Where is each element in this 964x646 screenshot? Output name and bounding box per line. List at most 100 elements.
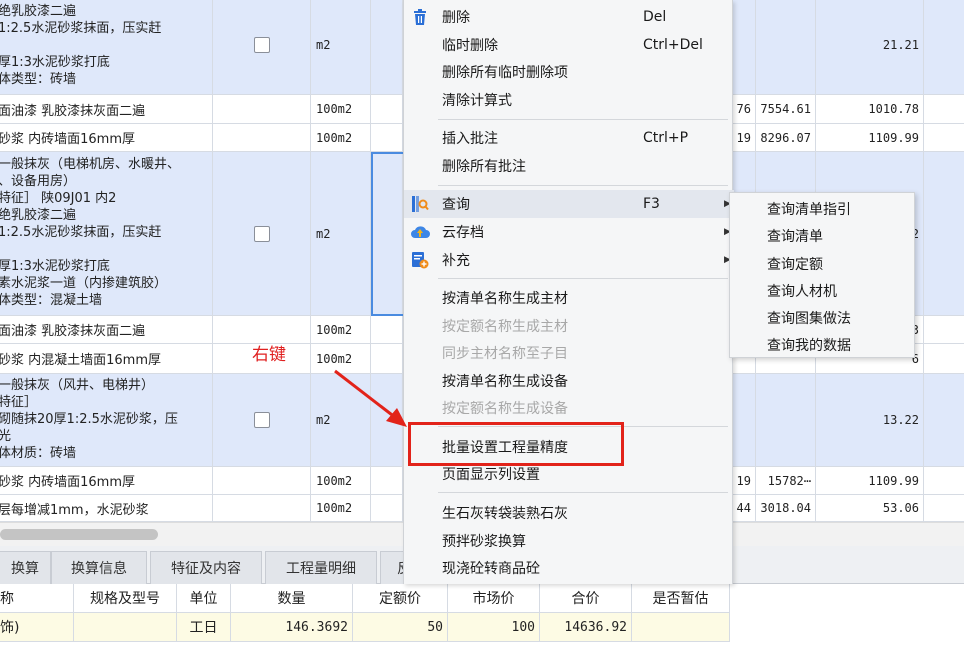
grid-cell[interactable] [924, 95, 964, 123]
grid-cell[interactable] [371, 124, 403, 151]
column-header[interactable]: 市场价 [448, 584, 540, 612]
spec-cell[interactable] [74, 613, 177, 641]
submenu-item-quota[interactable]: 查询定额 [730, 250, 914, 277]
description-cell[interactable]: 一般抹灰（电梯机房、水暖井、 、设备用房） 特征］ 陕09J01 内2 绝乳胶漆… [0, 152, 213, 315]
amount-cell[interactable]: 1109.99 [816, 124, 924, 151]
grid-cell[interactable] [924, 495, 964, 521]
menu-item-gen-material-by-quota[interactable]: 按定额名称生成主材 [404, 312, 734, 340]
grid-cell[interactable] [756, 374, 816, 466]
name-cell[interactable]: 饰) [0, 613, 74, 641]
menu-item-temp-delete[interactable]: 临时删除 Ctrl+Del [404, 31, 734, 59]
grid-cell[interactable] [924, 344, 964, 373]
tab-conversion-info[interactable]: 换算信息 [51, 551, 147, 584]
amount-cell[interactable]: 13.22 [816, 374, 924, 466]
total-price-cell[interactable]: 14636.92 [540, 613, 632, 641]
grid-cell[interactable] [924, 374, 964, 466]
checkbox-cell [213, 467, 311, 494]
grid-cell[interactable] [371, 316, 403, 343]
row-checkbox[interactable] [253, 225, 270, 242]
provisional-cell[interactable] [632, 613, 730, 641]
column-header[interactable]: 单位 [177, 584, 231, 612]
menu-item-cloud-archive[interactable]: 云存档 ▶ [404, 218, 734, 246]
unit-cell[interactable]: 100m2 [311, 467, 371, 494]
unit-cell[interactable]: 100m2 [311, 495, 371, 521]
description-cell[interactable]: 一般抹灰（风井、电梯井） 特征］ 砌随抹20厚1:2.5水泥砂浆，压 光 体材质… [0, 374, 213, 466]
menu-item-delete-all-temp[interactable]: 删除所有临时删除项 [404, 58, 734, 86]
menu-item-cast-concrete-convert[interactable]: 现浇砼转商品砼 [404, 554, 734, 582]
column-header[interactable]: 合价 [540, 584, 632, 612]
grid-cell[interactable] [371, 0, 403, 94]
column-header[interactable]: 是否暂估 [632, 584, 730, 612]
cell-text: 19 [736, 130, 751, 145]
tab-conversion[interactable]: 换算 [0, 551, 51, 584]
tab-features-content[interactable]: 特征及内容 [150, 551, 262, 584]
row-checkbox[interactable] [253, 412, 270, 428]
column-header[interactable]: 规格及型号 [74, 584, 177, 612]
grid-cell[interactable] [924, 0, 964, 94]
menu-item-quicklime-convert[interactable]: 生石灰转袋装熟石灰 [404, 499, 734, 527]
grid-cell[interactable] [371, 467, 403, 494]
grid-cell[interactable] [371, 95, 403, 123]
price-text: 15782⋯ [767, 473, 811, 488]
menu-item-clear-formula[interactable]: 清除计算式 [404, 86, 734, 114]
description-cell[interactable]: 面油漆 乳胶漆抹灰面二遍 [0, 316, 213, 343]
description-cell[interactable]: 砂浆 内砖墙面16mm厚 [0, 124, 213, 151]
checkbox-cell [213, 316, 311, 343]
market-price-cell[interactable]: 100 [448, 613, 540, 641]
price-cell[interactable]: 7554.61 [756, 95, 816, 123]
unit-cell[interactable]: 100m2 [311, 316, 371, 343]
scrollbar-thumb[interactable] [0, 529, 158, 540]
tab-quantity-details[interactable]: 工程量明细 [265, 551, 377, 584]
menu-item-gen-equipment-by-bill[interactable]: 按清单名称生成设备 [404, 367, 734, 395]
quantity-cell[interactable]: 146.3692 [231, 613, 353, 641]
row-checkbox[interactable] [253, 37, 270, 53]
menu-item-supplement[interactable]: 补充 ▶ [404, 246, 734, 274]
amount-cell[interactable]: 1109.99 [816, 467, 924, 494]
table-row[interactable]: 饰) 工日 146.3692 50 100 14636.92 [0, 613, 730, 642]
menu-item-delete[interactable]: 删除 Del [404, 3, 734, 31]
unit-cell[interactable]: 100m2 [311, 344, 371, 373]
unit-cell[interactable]: m2 [311, 152, 371, 315]
grid-cell[interactable] [371, 495, 403, 521]
unit-cell[interactable]: 100m2 [311, 95, 371, 123]
amount-cell[interactable]: 1010.78 [816, 95, 924, 123]
amount-cell[interactable]: 53.06 [816, 495, 924, 521]
quota-price-cell[interactable]: 50 [353, 613, 448, 641]
description-cell[interactable]: 面油漆 乳胶漆抹灰面二遍 [0, 95, 213, 123]
unit-cell[interactable]: m2 [311, 374, 371, 466]
menu-item-sync-material-name[interactable]: 同步主材名称至子目 [404, 339, 734, 367]
unit-cell[interactable]: m2 [311, 0, 371, 94]
amount-cell[interactable]: 21.21 [816, 0, 924, 94]
grid-cell[interactable] [371, 374, 403, 466]
menu-label: 同步主材名称至子目 [442, 346, 568, 362]
menu-item-gen-material-by-bill[interactable]: 按清单名称生成主材 [404, 284, 734, 312]
menu-item-insert-comment[interactable]: 插入批注 Ctrl+P [404, 124, 734, 152]
menu-item-ready-mix-mortar[interactable]: 预拌砂浆换算 [404, 527, 734, 555]
column-header[interactable]: 称 [0, 584, 74, 612]
submenu-item-my-data[interactable]: 查询我的数据 [730, 331, 914, 358]
submenu-item-atlas-method[interactable]: 查询图集做法 [730, 304, 914, 331]
description-cell[interactable]: 层每增减1mm，水泥砂浆 [0, 495, 213, 521]
description-cell[interactable]: 砂浆 内砖墙面16mm厚 [0, 467, 213, 494]
unit-cell[interactable]: 100m2 [311, 124, 371, 151]
description-cell[interactable]: 砂浆 内混凝土墙面16mm厚 [0, 344, 213, 373]
price-cell[interactable]: 3018.04 [756, 495, 816, 521]
grid-cell[interactable] [756, 0, 816, 94]
grid-cell[interactable] [924, 316, 964, 343]
menu-item-delete-all-comments[interactable]: 删除所有批注 [404, 152, 734, 180]
grid-cell[interactable] [924, 467, 964, 494]
submenu-item-bill-guide[interactable]: 查询清单指引 [730, 195, 914, 222]
price-cell[interactable]: 15782⋯ [756, 467, 816, 494]
column-header[interactable]: 数量 [231, 584, 353, 612]
grid-cell[interactable] [924, 152, 964, 315]
grid-cell[interactable] [371, 344, 403, 373]
submenu-item-labor-material[interactable]: 查询人材机 [730, 277, 914, 304]
description-cell[interactable]: 绝乳胶漆二遍 1:2.5水泥砂浆抹面，压实赶 厚1:3水泥砂浆打底 体类型：砖墙 [0, 0, 213, 94]
unit-cell[interactable]: 工日 [177, 613, 231, 641]
menu-item-query[interactable]: 查询 F3 ▶ [404, 190, 734, 218]
submenu-item-bill[interactable]: 查询清单 [730, 222, 914, 249]
column-header[interactable]: 定额价 [353, 584, 448, 612]
grid-cell[interactable] [924, 124, 964, 151]
menu-item-gen-equipment-by-quota[interactable]: 按定额名称生成设备 [404, 394, 734, 422]
price-cell[interactable]: 8296.07 [756, 124, 816, 151]
